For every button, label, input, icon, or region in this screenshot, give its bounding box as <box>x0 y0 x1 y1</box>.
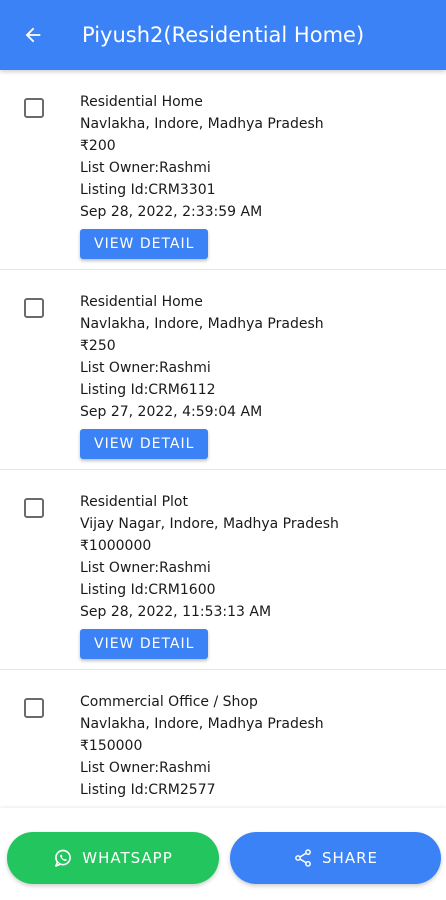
listing-id: Listing Id:CRM3301 <box>80 182 216 198</box>
view-detail-button[interactable]: VIEW DETAIL <box>80 229 209 259</box>
listing-owner: List Owner:Rashmi <box>80 160 211 176</box>
share-button[interactable]: SHARE <box>230 832 441 884</box>
whatsapp-label: WHATSAPP <box>82 849 173 867</box>
share-icon <box>295 849 311 867</box>
bottom-action-bar: WHATSAPP SHARE <box>0 808 446 900</box>
list-item: Residential Plot Vijay Nagar, Indore, Ma… <box>0 470 446 670</box>
listing-owner: List Owner:Rashmi <box>80 760 211 776</box>
listing-checkbox[interactable] <box>24 298 44 318</box>
listing-checkbox[interactable] <box>24 98 44 118</box>
listing-location: Navlakha, Indore, Madhya Pradesh <box>80 716 324 732</box>
listing-type: Residential Home <box>80 94 203 110</box>
listing-date: Sep 28, 2022, 2:33:59 AM <box>80 204 263 220</box>
listing-type: Residential Plot <box>80 494 188 510</box>
listing-price: ₹250 <box>80 338 116 354</box>
listing-owner: List Owner:Rashmi <box>80 360 211 376</box>
listing-list[interactable]: Residential Home Navlakha, Indore, Madhy… <box>0 70 446 808</box>
app-bar: Piyush2(Residential Home) <box>0 0 446 70</box>
list-item: Commercial Office / Shop Navlakha, Indor… <box>0 670 446 808</box>
listing-price: ₹1000000 <box>80 538 152 554</box>
listing-details: Residential Home Navlakha, Indore, Madhy… <box>80 291 436 459</box>
listing-id: Listing Id:CRM6112 <box>80 382 216 398</box>
arrow-back-icon <box>25 27 41 43</box>
listing-type: Residential Home <box>80 294 203 310</box>
listing-location: Navlakha, Indore, Madhya Pradesh <box>80 316 324 332</box>
listing-id: Listing Id:CRM1600 <box>80 582 216 598</box>
listing-date: Sep 27, 2022, 4:59:04 AM <box>80 404 263 420</box>
listing-location: Vijay Nagar, Indore, Madhya Pradesh <box>80 516 339 532</box>
listing-owner: List Owner:Rashmi <box>80 560 211 576</box>
page-title: Piyush2(Residential Home) <box>82 23 365 47</box>
whatsapp-button[interactable]: WHATSAPP <box>7 832 219 884</box>
back-button[interactable] <box>0 0 66 70</box>
listing-id: Listing Id:CRM2577 <box>80 782 216 798</box>
listing-date: Sep 28, 2022, 11:53:13 AM <box>80 604 272 620</box>
listing-location: Navlakha, Indore, Madhya Pradesh <box>80 116 324 132</box>
listing-price: ₹200 <box>80 138 116 154</box>
listing-price: ₹150000 <box>80 738 143 754</box>
whatsapp-icon <box>55 849 72 867</box>
list-item: Residential Home Navlakha, Indore, Madhy… <box>0 270 446 470</box>
listing-type: Commercial Office / Shop <box>80 694 258 710</box>
listing-checkbox[interactable] <box>24 498 44 518</box>
share-label: SHARE <box>322 849 378 867</box>
listing-checkbox[interactable] <box>24 698 44 718</box>
list-item: Residential Home Navlakha, Indore, Madhy… <box>0 70 446 270</box>
listing-details: Residential Plot Vijay Nagar, Indore, Ma… <box>80 491 436 659</box>
listing-details: Residential Home Navlakha, Indore, Madhy… <box>80 91 436 259</box>
view-detail-button[interactable]: VIEW DETAIL <box>80 429 209 459</box>
listing-details: Commercial Office / Shop Navlakha, Indor… <box>80 691 436 801</box>
view-detail-button[interactable]: VIEW DETAIL <box>80 629 209 659</box>
